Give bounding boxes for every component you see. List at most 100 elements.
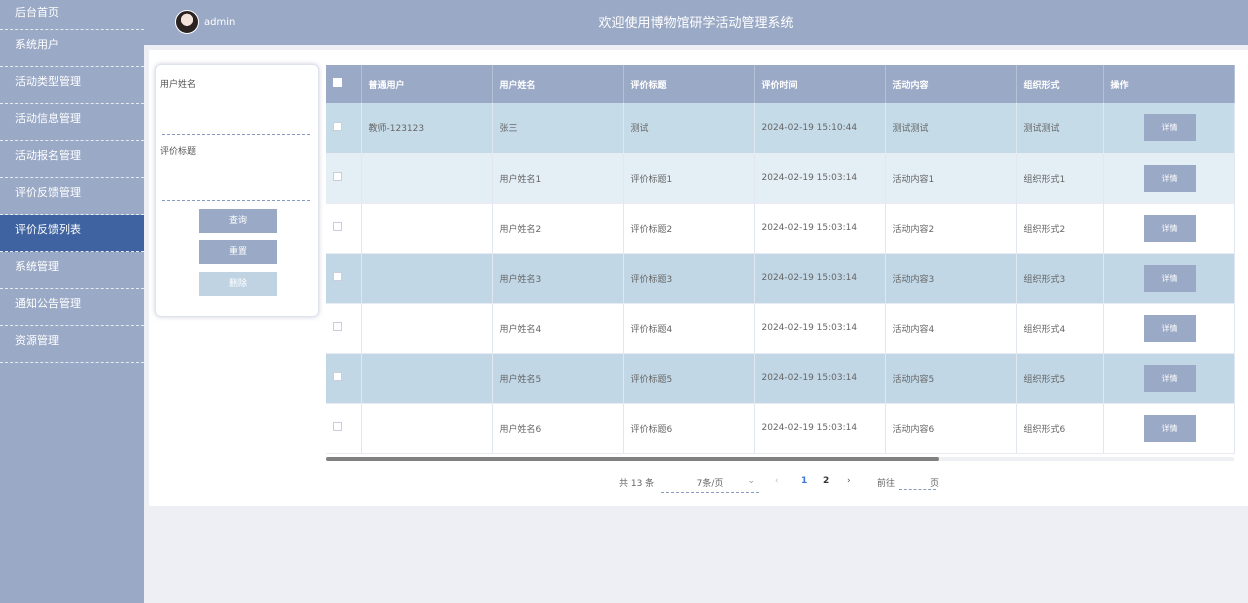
row-checkbox[interactable] (333, 272, 342, 281)
cell-user (361, 203, 493, 254)
cell-user (361, 403, 493, 454)
cell-time: 2024-02-19 15:03:14 (754, 353, 886, 404)
row-checkbox[interactable] (333, 172, 342, 181)
total-count: 共 13 条 (619, 479, 655, 489)
table-row: 用户姓名6 评价标题6 2024-02-19 15:03:14 活动内容6 组织… (326, 403, 1235, 454)
sidebar-item-resource[interactable]: 资源管理 (0, 326, 144, 363)
title-filter-label: 评价标题 (160, 147, 197, 157)
detail-button[interactable]: 详情 (1143, 314, 1196, 342)
cell-time: 2024-02-19 15:03:14 (754, 303, 886, 354)
cell-username: 用户姓名6 (492, 403, 624, 454)
cell-content: 活动内容1 (885, 153, 1017, 204)
username-filter-input[interactable] (162, 113, 310, 135)
cell-username: 用户姓名2 (492, 203, 624, 254)
query-button[interactable]: 查询 (199, 209, 277, 233)
sidebar-item-notice[interactable]: 通知公告管理 (0, 289, 144, 326)
sidebar-item-system-users[interactable]: 系统用户 (0, 30, 144, 67)
reset-button[interactable]: 重置 (199, 240, 277, 264)
cell-title: 评价标题4 (623, 303, 755, 354)
cell-title: 测试 (623, 103, 755, 154)
detail-button[interactable]: 详情 (1143, 164, 1196, 192)
detail-button[interactable]: 详情 (1143, 364, 1196, 392)
feedback-table: 普通用户 用户姓名 评价标题 评价时间 活动内容 组织形式 操作 教师-1231… (326, 65, 1235, 461)
detail-button[interactable]: 详情 (1143, 114, 1196, 142)
goto-suffix: 页 (930, 479, 940, 489)
next-page-icon[interactable]: › (847, 476, 851, 486)
column-header: 普通用户 (361, 65, 493, 103)
table-row: 用户姓名4 评价标题4 2024-02-19 15:03:14 活动内容4 组织… (326, 303, 1235, 354)
sidebar-item-activity-type[interactable]: 活动类型管理 (0, 67, 144, 104)
title-filter-input[interactable] (162, 179, 310, 201)
cell-content: 活动内容4 (885, 303, 1017, 354)
cell-user: 教师-123123 (361, 103, 493, 154)
goto-label: 前往 (877, 479, 896, 489)
cell-title: 评价标题6 (623, 403, 755, 454)
search-card: 用户姓名 评价标题 查询 重置 删除 (155, 64, 319, 317)
cell-user (361, 153, 493, 204)
sidebar-item-feedback-list[interactable]: 评价反馈列表 (0, 215, 144, 252)
table-row: 用户姓名5 评价标题5 2024-02-19 15:03:14 活动内容5 组织… (326, 353, 1235, 404)
cell-title: 评价标题1 (623, 153, 755, 204)
username-filter-label: 用户姓名 (160, 80, 197, 90)
top-header: admin 欢迎使用博物馆研学活动管理系统 (144, 0, 1248, 45)
cell-form: 组织形式6 (1016, 403, 1104, 454)
page-size-value: 7条/页 (696, 479, 724, 489)
cell-form: 组织形式4 (1016, 303, 1104, 354)
column-header: 评价时间 (754, 65, 886, 103)
cell-title: 评价标题5 (623, 353, 755, 404)
detail-button[interactable]: 详情 (1143, 214, 1196, 242)
chevron-down-icon: ⌄ (747, 476, 755, 486)
row-checkbox[interactable] (333, 322, 342, 331)
row-checkbox[interactable] (333, 422, 342, 431)
delete-button[interactable]: 删除 (199, 272, 277, 296)
table-header: 普通用户 用户姓名 评价标题 评价时间 活动内容 组织形式 操作 (326, 65, 1235, 103)
column-header: 操作 (1103, 65, 1235, 103)
select-all-cell[interactable] (326, 65, 362, 103)
detail-button[interactable]: 详情 (1143, 264, 1196, 292)
cell-form: 测试测试 (1016, 103, 1104, 154)
table-row: 用户姓名2 评价标题2 2024-02-19 15:03:14 活动内容2 组织… (326, 203, 1235, 254)
sidebar-item-feedback-manage[interactable]: 评价反馈管理 (0, 178, 144, 215)
table-row: 用户姓名3 评价标题3 2024-02-19 15:03:14 活动内容3 组织… (326, 253, 1235, 304)
cell-form: 组织形式3 (1016, 253, 1104, 304)
app-title: 欢迎使用博物馆研学活动管理系统 (598, 16, 794, 31)
row-checkbox[interactable] (333, 121, 342, 131)
cell-time: 2024-02-19 15:03:14 (754, 153, 886, 204)
cell-time: 2024-02-19 15:10:44 (754, 103, 886, 154)
prev-page-icon[interactable]: ‹ (775, 476, 779, 486)
cell-form: 组织形式1 (1016, 153, 1104, 204)
sidebar-item-system-manage[interactable]: 系统管理 (0, 252, 144, 289)
select-all-checkbox[interactable] (333, 78, 342, 87)
cell-user (361, 303, 493, 354)
cell-form: 组织形式5 (1016, 353, 1104, 404)
cell-time: 2024-02-19 15:03:14 (754, 253, 886, 304)
column-header: 组织形式 (1016, 65, 1104, 103)
horizontal-scrollbar[interactable] (326, 457, 1234, 461)
cell-username: 用户姓名4 (492, 303, 624, 354)
cell-content: 活动内容5 (885, 353, 1017, 404)
detail-button[interactable]: 详情 (1143, 414, 1196, 442)
cell-content: 测试测试 (885, 103, 1017, 154)
cell-time: 2024-02-19 15:03:14 (754, 203, 886, 254)
sidebar-item-activity-signup[interactable]: 活动报名管理 (0, 141, 144, 178)
content-panel: 用户姓名 评价标题 查询 重置 删除 普通用户 用户姓名 评价标题 评价时间 活… (149, 50, 1248, 506)
page-number-1[interactable]: 1 (801, 476, 807, 486)
cell-user (361, 253, 493, 304)
page-number-2[interactable]: 2 (823, 476, 829, 486)
cell-title: 评价标题2 (623, 203, 755, 254)
page-size-select[interactable]: 7条/页 ⌄ (661, 476, 759, 493)
column-header: 用户姓名 (492, 65, 624, 103)
row-checkbox[interactable] (333, 372, 342, 381)
cell-username: 用户姓名5 (492, 353, 624, 404)
cell-content: 活动内容6 (885, 403, 1017, 454)
cell-username: 用户姓名1 (492, 153, 624, 204)
sidebar-item-home[interactable]: 后台首页 (0, 0, 144, 30)
column-header: 评价标题 (623, 65, 755, 103)
sidebar-item-activity-info[interactable]: 活动信息管理 (0, 104, 144, 141)
cell-form: 组织形式2 (1016, 203, 1104, 254)
scrollbar-thumb[interactable] (326, 457, 939, 461)
cell-content: 活动内容2 (885, 203, 1017, 254)
cell-username: 用户姓名3 (492, 253, 624, 304)
row-checkbox[interactable] (333, 222, 342, 231)
table-row: 用户姓名1 评价标题1 2024-02-19 15:03:14 活动内容1 组织… (326, 153, 1235, 204)
